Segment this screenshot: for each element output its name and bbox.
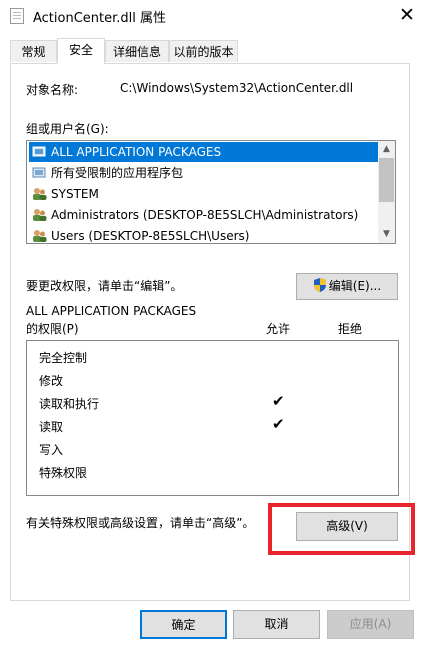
user-name: Users (DESKTOP-8E5SLCH\Users): [51, 229, 250, 243]
scroll-down-icon[interactable]: ▼: [378, 226, 395, 243]
uac-shield-icon: [313, 278, 326, 292]
list-item-administrators[interactable]: Administrators (DESKTOP-8E5SLCH\Administ…: [29, 205, 379, 225]
tab-general[interactable]: 常规: [10, 40, 57, 62]
user-name: 所有受限制的应用程序包: [51, 166, 184, 180]
tab-previous-versions[interactable]: 以前的版本: [169, 40, 238, 62]
allow-check-read: ✔: [272, 415, 285, 433]
permission-modify: 修改: [39, 374, 64, 388]
object-name-label: 对象名称:: [26, 83, 79, 97]
column-deny: 拒绝: [338, 322, 363, 336]
list-item-all-application-packages[interactable]: ALL APPLICATION PACKAGES: [29, 142, 379, 162]
users-list-scrollbar[interactable]: ▲ ▼: [378, 141, 395, 243]
allow-check-read-execute: ✔: [272, 392, 285, 410]
scrollbar-thumb[interactable]: [379, 158, 394, 202]
permissions-label: 的权限(P): [26, 322, 79, 336]
column-allow: 允许: [266, 322, 291, 336]
tab-details[interactable]: 详细信息: [105, 40, 169, 62]
users-list[interactable]: ALL APPLICATION PACKAGES 所有受限制的应用程序包 SYS…: [26, 140, 396, 244]
permission-read-execute: 读取和执行: [39, 397, 100, 411]
permission-write: 写入: [39, 443, 64, 457]
permissions-owner: ALL APPLICATION PACKAGES: [26, 304, 197, 318]
list-item-restricted-packages[interactable]: 所有受限制的应用程序包: [29, 163, 379, 183]
file-icon: [10, 8, 24, 24]
list-item-system[interactable]: SYSTEM: [29, 184, 379, 204]
permissions-list: 完全控制 修改 读取和执行 ✔ 读取 ✔ 写入 特殊权限: [26, 340, 399, 496]
user-name: Administrators (DESKTOP-8E5SLCH\Administ…: [51, 208, 359, 222]
object-name-value: C:\Windows\System32\ActionCenter.dll: [120, 81, 354, 95]
package-group-icon: [32, 167, 46, 178]
list-item-users[interactable]: Users (DESKTOP-8E5SLCH\Users): [29, 226, 379, 243]
advanced-hint: 有关特殊权限或高级设置，请单击“高级”。: [26, 516, 255, 530]
user-name: ALL APPLICATION PACKAGES: [51, 145, 222, 159]
highlight-frame: [268, 503, 415, 555]
cancel-button[interactable]: 取消: [233, 610, 320, 639]
ok-button[interactable]: 确定: [140, 610, 227, 639]
users-icon: [33, 230, 47, 242]
permission-special: 特殊权限: [39, 466, 88, 480]
edit-button[interactable]: 编辑(E)...: [296, 273, 398, 300]
window-title: ActionCenter.dll 属性: [33, 11, 167, 26]
apply-button[interactable]: 应用(A): [327, 610, 414, 639]
tab-security[interactable]: 安全: [57, 38, 105, 64]
users-icon: [33, 188, 47, 200]
edit-button-label: 编辑(E)...: [328, 279, 382, 293]
package-group-icon: [32, 146, 46, 157]
users-icon: [33, 209, 47, 221]
user-name: SYSTEM: [51, 187, 99, 201]
permission-read: 读取: [39, 420, 64, 434]
scroll-up-icon[interactable]: ▲: [378, 141, 395, 158]
edit-hint: 要更改权限，请单击“编辑”。: [26, 279, 183, 293]
groups-label: 组或用户名(G):: [26, 122, 109, 136]
close-icon[interactable]: ✕: [395, 4, 419, 26]
permission-full-control: 完全控制: [39, 351, 88, 365]
